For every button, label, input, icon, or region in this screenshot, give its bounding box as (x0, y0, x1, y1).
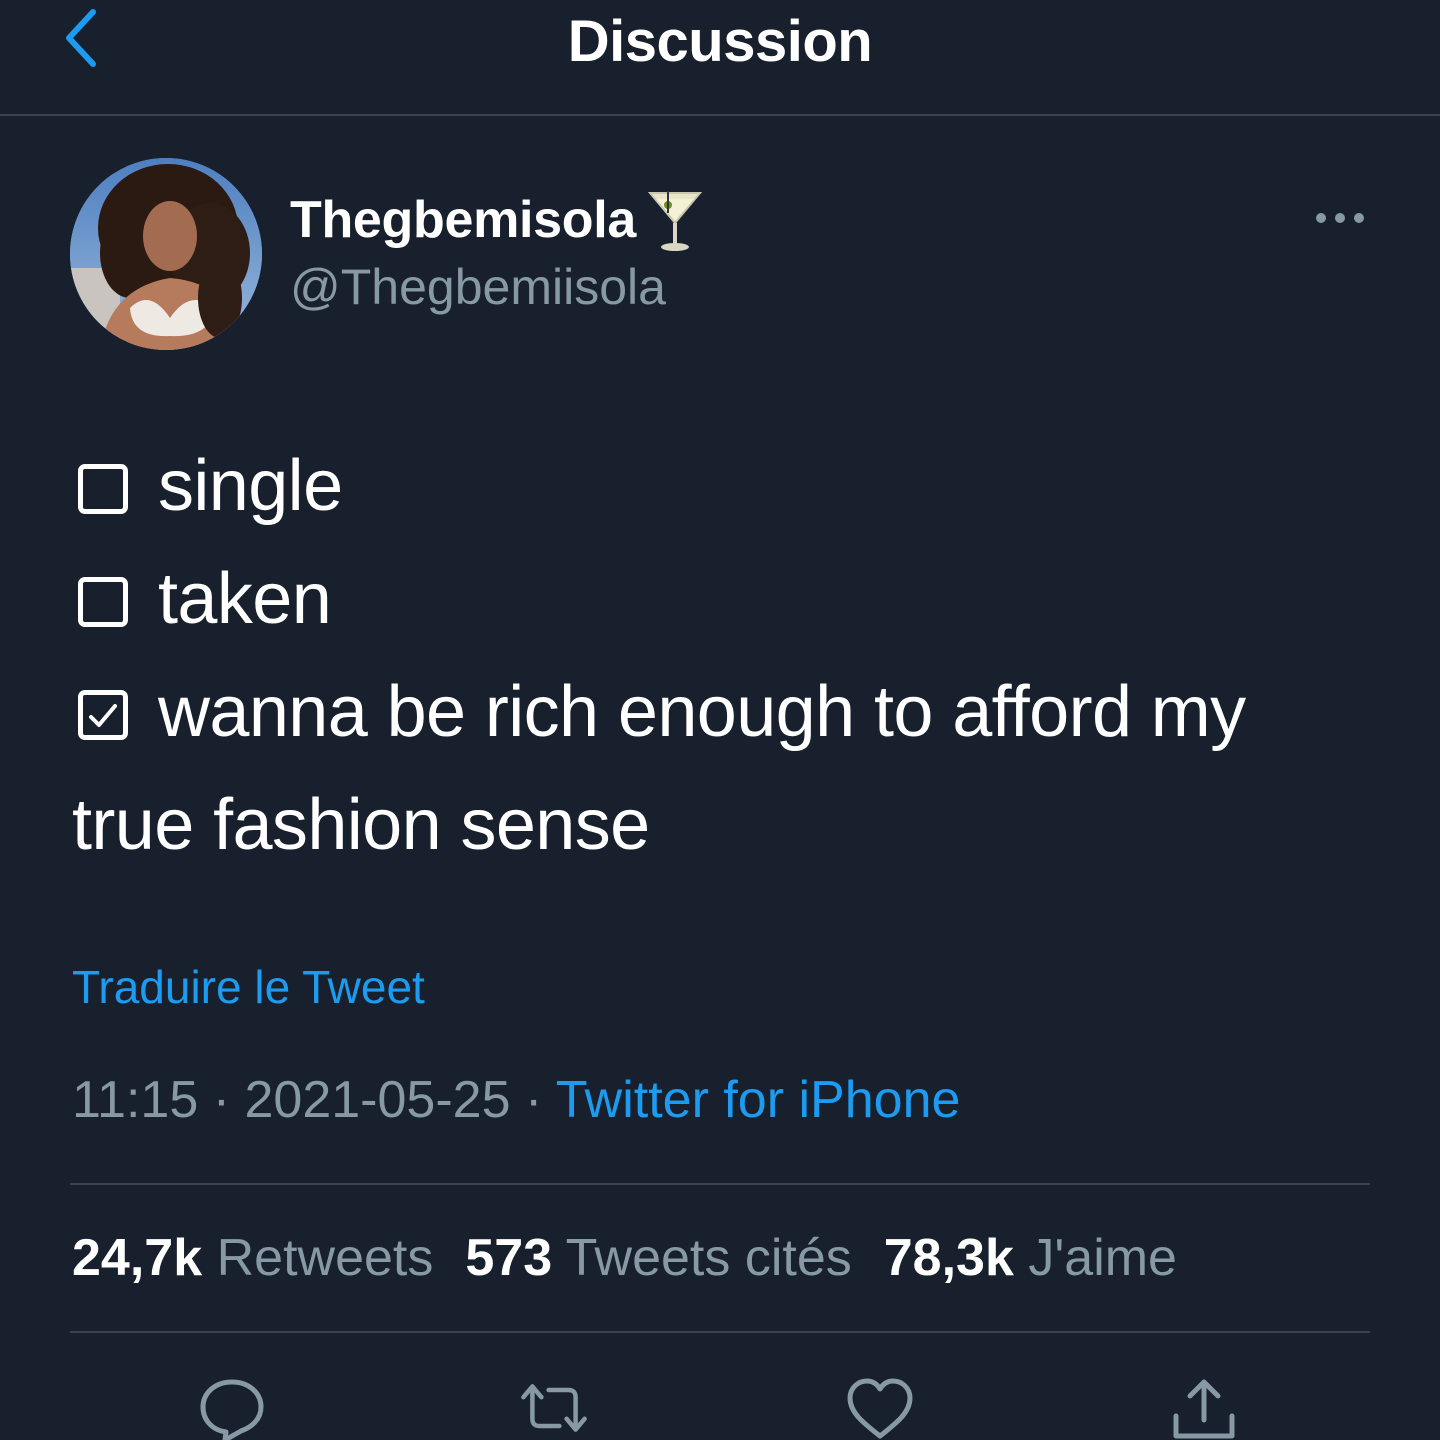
share-button[interactable] (1168, 1376, 1240, 1440)
reply-icon (200, 1379, 264, 1440)
tweet-line: wanna be rich enough to afford my (72, 656, 1382, 769)
page-title: Discussion (567, 9, 873, 74)
quote-tweets-label: Tweets cités (565, 1229, 852, 1287)
author-handle[interactable]: @Thegbemiisola (290, 258, 666, 316)
tweet-text: single taken wanna be rich enough to aff… (72, 430, 1382, 882)
navigation-header: Discussion (0, 0, 1440, 116)
tweet-stats: 24,7k Retweets 573 Tweets cités 78,3k J'… (72, 1228, 1209, 1288)
ballot-box-checked-icon (78, 690, 128, 740)
ballot-box-icon (78, 464, 128, 514)
tweet-line-text: wanna be rich enough to afford my (158, 672, 1246, 752)
likes-count: 78,3k (883, 1229, 1014, 1287)
quote-tweets-count: 573 (465, 1229, 553, 1287)
likes-stat[interactable]: 78,3k J'aime (884, 1228, 1177, 1288)
tweet-date: 2021-05-25 (244, 1071, 511, 1129)
avatar-photo (70, 158, 262, 350)
tweet-time: 11:15 (72, 1071, 199, 1129)
cocktail-glass-icon (647, 191, 703, 251)
retweet-button[interactable] (518, 1376, 590, 1440)
ballot-box-icon (78, 577, 128, 627)
avatar[interactable] (70, 158, 262, 350)
ellipsis-icon (1316, 213, 1364, 223)
heart-icon (847, 1378, 913, 1439)
tweet-line: true fashion sense (72, 785, 650, 865)
author-name-row[interactable]: Thegbemisola (290, 186, 704, 254)
quote-tweets-stat[interactable]: 573 Tweets cités (465, 1228, 851, 1288)
share-icon (1173, 1379, 1235, 1439)
meta-separator: · (510, 1071, 556, 1129)
like-button[interactable] (844, 1376, 916, 1440)
tweet-line: single (72, 430, 1382, 543)
likes-label: J'aime (1028, 1229, 1177, 1287)
retweets-count: 24,7k (72, 1229, 203, 1287)
meta-separator: · (198, 1071, 245, 1129)
retweet-icon (521, 1384, 587, 1432)
more-options-button[interactable] (1310, 200, 1370, 236)
divider (70, 1183, 1370, 1185)
retweets-stat[interactable]: 24,7k Retweets (72, 1228, 433, 1288)
translate-tweet-link[interactable]: Traduire le Tweet (72, 960, 425, 1014)
tweet-detail-screen: Discussion Thegbemisola @Thegbemiisola s… (0, 0, 1440, 1440)
author-name[interactable]: Thegbemisola (290, 190, 636, 250)
tweet-source-link[interactable]: Twitter for iPhone (556, 1071, 961, 1129)
retweets-label: Retweets (216, 1229, 434, 1287)
divider (70, 1331, 1370, 1333)
reply-button[interactable] (196, 1376, 268, 1440)
tweet-line: taken (72, 543, 1382, 656)
tweet-line-text: taken (158, 559, 332, 639)
tweet-line-text: single (158, 446, 343, 526)
tweet-meta: 11:15 · 2021-05-25 · Twitter for iPhone (72, 1070, 960, 1130)
